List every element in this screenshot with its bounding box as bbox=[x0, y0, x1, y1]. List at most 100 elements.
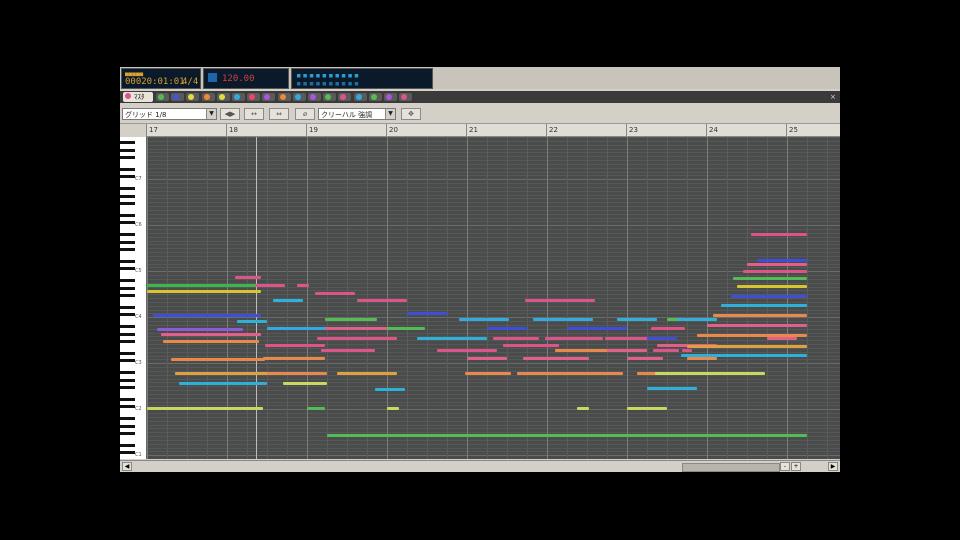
midi-note[interactable] bbox=[617, 318, 657, 321]
midi-note[interactable] bbox=[627, 357, 663, 360]
track-tab[interactable] bbox=[353, 93, 367, 101]
midi-note[interactable] bbox=[721, 304, 807, 307]
midi-note[interactable] bbox=[297, 284, 309, 287]
midi-note[interactable] bbox=[235, 276, 261, 279]
track-tab[interactable] bbox=[399, 93, 413, 101]
midi-note[interactable] bbox=[747, 263, 807, 266]
zoom-out-icon[interactable]: - bbox=[780, 462, 790, 471]
track-tab[interactable] bbox=[156, 93, 169, 101]
midi-note[interactable] bbox=[605, 337, 651, 340]
midi-note[interactable] bbox=[437, 349, 497, 352]
midi-note[interactable] bbox=[337, 372, 397, 375]
midi-note[interactable] bbox=[417, 337, 487, 340]
midi-note[interactable] bbox=[307, 407, 325, 410]
midi-note[interactable] bbox=[651, 327, 685, 330]
midi-note[interactable] bbox=[707, 324, 807, 327]
midi-note[interactable] bbox=[517, 372, 587, 375]
tool-button-3[interactable]: ⇔ bbox=[269, 108, 289, 120]
quantize-select[interactable]: クリーハル 強調 ▼ bbox=[318, 108, 396, 120]
track-tab[interactable] bbox=[216, 93, 230, 101]
midi-note[interactable] bbox=[325, 318, 377, 321]
midi-note[interactable] bbox=[147, 290, 261, 293]
track-tab[interactable] bbox=[384, 93, 397, 101]
midi-note[interactable] bbox=[523, 357, 589, 360]
midi-note[interactable] bbox=[327, 434, 807, 437]
tool-button-1[interactable]: ◀▶ bbox=[220, 108, 240, 120]
midi-note[interactable] bbox=[387, 407, 399, 410]
midi-note[interactable] bbox=[407, 312, 447, 315]
tool-button-5[interactable]: ✥ bbox=[401, 108, 421, 120]
midi-note[interactable] bbox=[677, 318, 717, 321]
midi-note[interactable] bbox=[237, 320, 267, 323]
midi-note[interactable] bbox=[607, 349, 647, 352]
midi-note[interactable] bbox=[525, 299, 595, 302]
track-tab[interactable] bbox=[338, 93, 352, 101]
midi-note[interactable] bbox=[255, 284, 285, 287]
track-tab[interactable] bbox=[292, 93, 306, 101]
midi-note[interactable] bbox=[493, 337, 539, 340]
tool-button-2[interactable]: ↔ bbox=[244, 108, 264, 120]
snap-select[interactable]: グリッド 1/8 ▼ bbox=[122, 108, 217, 120]
midi-note[interactable] bbox=[751, 233, 807, 236]
track-tab[interactable] bbox=[171, 93, 185, 101]
midi-note[interactable] bbox=[682, 349, 692, 352]
midi-note[interactable] bbox=[757, 259, 807, 262]
midi-note[interactable] bbox=[387, 327, 425, 330]
track-tab[interactable] bbox=[277, 93, 291, 101]
midi-note[interactable] bbox=[267, 327, 327, 330]
midi-note[interactable] bbox=[503, 344, 559, 347]
midi-note[interactable] bbox=[713, 314, 807, 317]
midi-note[interactable] bbox=[467, 357, 507, 360]
midi-note[interactable] bbox=[567, 327, 627, 330]
midi-note[interactable] bbox=[579, 372, 623, 375]
midi-note[interactable] bbox=[273, 299, 303, 302]
midi-note[interactable] bbox=[263, 357, 325, 360]
midi-note[interactable] bbox=[153, 314, 261, 317]
close-icon[interactable]: × bbox=[830, 93, 836, 101]
track-tab[interactable] bbox=[247, 93, 261, 101]
midi-note[interactable] bbox=[487, 327, 527, 330]
track-tab[interactable] bbox=[186, 93, 200, 101]
midi-note[interactable] bbox=[545, 337, 603, 340]
midi-note[interactable] bbox=[267, 372, 327, 375]
track-tab[interactable] bbox=[201, 93, 215, 101]
track-tab[interactable] bbox=[262, 93, 276, 101]
midi-note[interactable] bbox=[265, 344, 325, 347]
midi-note[interactable] bbox=[147, 284, 257, 287]
midi-note[interactable] bbox=[737, 285, 807, 288]
midi-note[interactable] bbox=[317, 337, 397, 340]
midi-note[interactable] bbox=[733, 277, 807, 280]
midi-note[interactable] bbox=[283, 382, 327, 385]
midi-note[interactable] bbox=[171, 358, 265, 361]
zoom-in-icon[interactable]: + bbox=[791, 462, 801, 471]
midi-note[interactable] bbox=[647, 337, 677, 340]
track-tab[interactable] bbox=[232, 93, 245, 101]
bar-ruler[interactable]: 17 18 19 20 21 22 23 24 25 bbox=[146, 124, 840, 137]
midi-note[interactable] bbox=[655, 372, 765, 375]
midi-note[interactable] bbox=[179, 382, 267, 385]
midi-note[interactable] bbox=[321, 349, 375, 352]
midi-note[interactable] bbox=[163, 340, 259, 343]
note-grid[interactable] bbox=[147, 137, 840, 459]
scroll-left-icon[interactable]: ◀ bbox=[122, 462, 132, 471]
midi-note[interactable] bbox=[161, 333, 261, 336]
position-display[interactable]: ■■■■■ 00020:01:01 4/4 bbox=[121, 68, 201, 89]
piano-keyboard[interactable]: C7 C6 C5 C4 C3 C2 C1 bbox=[120, 137, 147, 459]
midi-note[interactable] bbox=[687, 345, 807, 348]
scroll-right-icon[interactable]: ▶ bbox=[828, 462, 838, 471]
midi-note[interactable] bbox=[627, 407, 667, 410]
tab-master[interactable]: ﾏｽﾀ bbox=[123, 92, 153, 102]
midi-note[interactable] bbox=[653, 349, 679, 352]
midi-note[interactable] bbox=[357, 299, 407, 302]
midi-note[interactable] bbox=[767, 337, 797, 340]
midi-note[interactable] bbox=[147, 407, 263, 410]
midi-note[interactable] bbox=[175, 372, 269, 375]
midi-note[interactable] bbox=[577, 407, 589, 410]
midi-note[interactable] bbox=[731, 295, 807, 298]
tool-button-4[interactable]: ⌀ bbox=[295, 108, 315, 120]
midi-note[interactable] bbox=[647, 387, 697, 390]
midi-note[interactable] bbox=[687, 357, 717, 360]
horizontal-scrollbar[interactable]: ◀ - + ▶ bbox=[120, 460, 840, 472]
midi-note[interactable] bbox=[681, 354, 807, 357]
midi-note[interactable] bbox=[533, 318, 593, 321]
